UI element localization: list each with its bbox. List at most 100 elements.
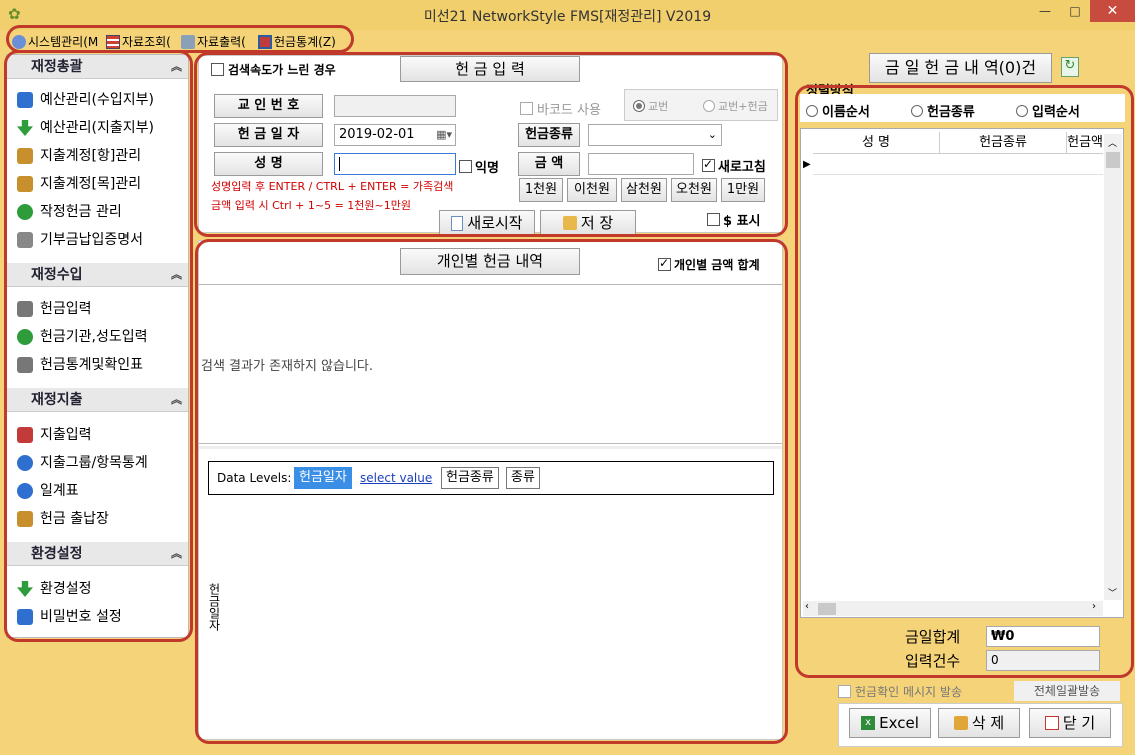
sort-by-name-radio[interactable]	[806, 104, 818, 117]
sort-by-name[interactable]: 이름순서	[806, 101, 870, 120]
save-button[interactable]: 저 장	[540, 210, 636, 236]
col-header-amount[interactable]: 헌금액	[1067, 132, 1103, 154]
slow-search-check[interactable]	[211, 63, 224, 76]
sidebar-section-settings[interactable]: 환경설정 ︽	[7, 542, 188, 566]
anonymous-checkbox[interactable]: 익명	[459, 157, 499, 176]
quick-1000-button[interactable]: 1천원	[519, 178, 563, 202]
sidebar-item-offering-stats[interactable]: 헌금통계및확인표	[17, 354, 143, 376]
church-number-field[interactable]	[334, 95, 456, 117]
col-header-name[interactable]: 성 명	[813, 132, 940, 154]
calendar-dropdown-icon[interactable]: ▦▾	[436, 125, 452, 145]
sidebar-item-offering-org-member[interactable]: 헌금기관,성도입력	[17, 326, 148, 348]
menu-print[interactable]: 자료출력(	[181, 31, 246, 53]
sidebar-item-expense-account-mok[interactable]: 지출계정[목]관리	[17, 173, 141, 195]
pivot-select-value-link[interactable]: select value	[360, 467, 432, 489]
sort-by-input[interactable]: 입력순서	[1016, 101, 1080, 120]
down-arrow-icon	[17, 120, 33, 136]
anonymous-check[interactable]	[459, 160, 472, 173]
slow-search-checkbox[interactable]: 검색속도가 느린 경우	[211, 61, 336, 78]
sidebar-item-label: 헌금입력	[40, 301, 92, 317]
sidebar-item-budget-expense[interactable]: 예산관리(지출지부)	[17, 117, 154, 139]
refresh-checkbox[interactable]: 새로고침	[702, 156, 766, 175]
sidebar-section-finance-income[interactable]: 재정수입 ︽	[7, 263, 188, 287]
sidebar-item-expense-input[interactable]: 지출입력	[17, 424, 92, 446]
today-offering-header[interactable]: 금 일 헌 금 내 역(0)건	[869, 53, 1052, 83]
sidebar-item-password[interactable]: 비밀번호 설정	[17, 606, 122, 628]
barcode-check[interactable]	[520, 102, 533, 115]
scroll-down-icon[interactable]: ﹀	[1108, 586, 1117, 599]
sort-by-type[interactable]: 헌금종류	[911, 101, 975, 120]
pivot-level-date[interactable]: 헌금일자	[294, 467, 352, 489]
col-header-type[interactable]: 헌금종류	[940, 132, 1067, 154]
dollar-checkbox[interactable]: $ 표시	[707, 210, 761, 229]
sidebar-item-offering-input[interactable]: 헌금입력	[17, 298, 92, 320]
excel-label: Excel	[879, 714, 919, 732]
personal-sum-checkbox[interactable]: 개인별 금액 합계	[658, 256, 760, 273]
refresh-check[interactable]	[702, 157, 715, 172]
radio-gyobeon[interactable]: 교번	[633, 98, 668, 114]
close-button[interactable]: 닫 기	[1029, 708, 1111, 738]
new-start-button[interactable]: 새로시작	[439, 210, 535, 236]
chevron-down-icon[interactable]: ⌄	[708, 125, 717, 145]
scroll-left-icon[interactable]: ‹	[805, 601, 809, 612]
refresh-icon[interactable]: ↻	[1061, 57, 1079, 77]
date-field[interactable]: 2019-02-01 ▦▾	[334, 124, 456, 146]
excel-button[interactable]: x Excel	[849, 708, 931, 738]
menu-stats-label: 헌금통계(Z)	[274, 35, 336, 49]
collapse-caret-icon[interactable]: ︽	[171, 55, 182, 79]
barcode-label: 바코드 사용	[537, 103, 601, 118]
quick-3000-button[interactable]: 삼천원	[621, 178, 667, 202]
personal-sum-check[interactable]	[658, 256, 671, 271]
offering-type-select[interactable]: ⌄	[588, 124, 722, 146]
sidebar-section-finance-general[interactable]: 재정총괄 ︽	[7, 55, 188, 79]
radio-gyobeon-amount-dot[interactable]	[703, 100, 715, 112]
sort-by-type-radio[interactable]	[911, 104, 923, 117]
name-input[interactable]	[334, 153, 456, 175]
minimize-button[interactable]: —	[1030, 0, 1060, 22]
sidebar-item-budget-income[interactable]: 예산관리(수입지부)	[17, 89, 154, 111]
radio-gyobeon-amount[interactable]: 교번+헌금	[703, 98, 768, 114]
menu-system[interactable]: 시스템관리(M	[12, 31, 98, 53]
quick-2000-button[interactable]: 이천원	[567, 178, 617, 202]
maximize-button[interactable]: □	[1060, 0, 1090, 22]
vertical-scroll-thumb[interactable]	[1106, 152, 1120, 168]
collapse-caret-icon[interactable]: ︽	[171, 542, 182, 566]
vertical-scrollbar[interactable]	[1104, 134, 1122, 600]
close-window-button[interactable]: ✕	[1090, 0, 1135, 22]
send-confirm-message-check[interactable]	[838, 685, 851, 698]
dollar-check[interactable]	[707, 213, 720, 226]
menu-stats[interactable]: 헌금통계(Z)	[258, 31, 336, 53]
sidebar-item-environment[interactable]: 환경설정	[17, 578, 92, 600]
sidebar-item-cash-book[interactable]: 헌금 출납장	[17, 508, 109, 530]
horizontal-scroll-thumb[interactable]	[818, 603, 836, 615]
amount-input[interactable]	[588, 153, 694, 175]
horizontal-scrollbar[interactable]	[803, 601, 1103, 616]
sidebar-item-pledge[interactable]: 작정헌금 관리	[17, 201, 122, 223]
personal-history-header[interactable]: 개인별 헌금 내역	[400, 248, 580, 275]
delete-button[interactable]: 삭 제	[938, 708, 1020, 738]
table-row[interactable]	[813, 155, 1103, 175]
sidebar-item-expense-account-hang[interactable]: 지출계정[항]관리	[17, 145, 141, 167]
send-confirm-message-checkbox[interactable]: 헌금확인 메시지 발송	[838, 683, 962, 700]
scroll-up-icon[interactable]: ︿	[1108, 136, 1117, 149]
quick-5000-button[interactable]: 오천원	[671, 178, 717, 202]
radio-gyobeon-dot[interactable]	[633, 100, 645, 112]
scroll-right-icon[interactable]: ›	[1092, 601, 1096, 612]
sidebar-item-daily-sheet[interactable]: 일계표	[17, 480, 79, 502]
collapse-caret-icon[interactable]: ︽	[171, 263, 182, 287]
splitter[interactable]	[199, 446, 782, 449]
section-title: 재정지출	[31, 392, 83, 408]
offering-entry-header[interactable]: 헌 금 입 력	[400, 56, 580, 82]
sidebar-section-finance-expense[interactable]: 재정지출 ︽	[7, 388, 188, 412]
pivot-level-kind[interactable]: 종류	[506, 467, 540, 489]
menu-lookup[interactable]: 자료조회(	[106, 31, 171, 53]
pivot-level-type[interactable]: 헌금종류	[441, 467, 499, 489]
collapse-caret-icon[interactable]: ︽	[171, 388, 182, 412]
sidebar-item-donation-certificate[interactable]: 기부금납입증명서	[17, 229, 143, 251]
quick-10000-button[interactable]: 1만원	[721, 178, 765, 202]
menu-print-label: 자료출력(	[197, 35, 246, 49]
sidebar-item-expense-group-stats[interactable]: 지출그룹/항목통계	[17, 452, 148, 474]
bulk-send-button[interactable]: 전체일괄발송	[1014, 681, 1120, 701]
sort-by-input-radio[interactable]	[1016, 104, 1028, 117]
barcode-checkbox[interactable]: 바코드 사용	[520, 99, 601, 118]
